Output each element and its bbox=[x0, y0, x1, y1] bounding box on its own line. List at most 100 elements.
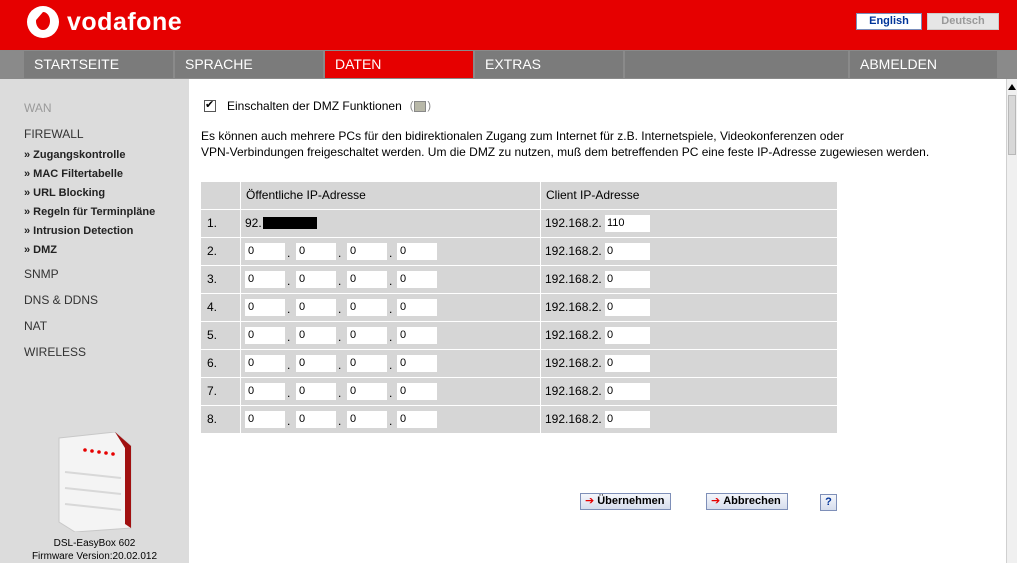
dmz-description: Es können auch mehrere PCs für den bidir… bbox=[201, 128, 1001, 160]
table-row: 3. 0. 0. 0. 0 192.168.2. 0 bbox=[201, 266, 837, 293]
main-nav: STARTSEITE SPRACHE DATEN EXTRAS ABMELDEN bbox=[0, 50, 1017, 79]
device-name: DSL-EasyBox 602 bbox=[53, 538, 136, 549]
public-ip-octet-1[interactable]: 0 bbox=[245, 243, 285, 260]
table-row: 2. 0. 0. 0. 0 192.168.2. 0 bbox=[201, 238, 837, 265]
vodafone-speechmark-icon bbox=[27, 6, 59, 38]
sidebar-sub-dmz[interactable]: » DMZ bbox=[24, 244, 57, 256]
public-ip-octet-3[interactable]: 0 bbox=[347, 355, 387, 372]
dmz-enable-checkbox[interactable] bbox=[204, 98, 216, 112]
client-ip-prefix: 192.168.2. bbox=[545, 412, 602, 426]
description-line-2: VPN-Verbindungen freigeschaltet werden. … bbox=[201, 145, 930, 159]
public-ip-octet-2[interactable]: 0 bbox=[296, 383, 336, 400]
public-ip-octet-3[interactable]: 0 bbox=[347, 327, 387, 344]
table-row: 4. 0. 0. 0. 0 192.168.2. 0 bbox=[201, 294, 837, 321]
client-ip-prefix: 192.168.2. bbox=[545, 244, 602, 258]
table-row: 6. 0. 0. 0. 0 192.168.2. 0 bbox=[201, 350, 837, 377]
public-ip-octet-4[interactable]: 0 bbox=[397, 299, 437, 316]
client-host-field[interactable]: 0 bbox=[605, 327, 650, 344]
sidebar-sub-mac-filtertabelle[interactable]: » MAC Filtertabelle bbox=[24, 168, 123, 180]
public-ip-octet-3[interactable]: 0 bbox=[347, 299, 387, 316]
public-ip-octet-2[interactable]: 0 bbox=[296, 355, 336, 372]
sidebar-sub-url-blocking[interactable]: » URL Blocking bbox=[24, 187, 105, 199]
nav-abmelden[interactable]: ABMELDEN bbox=[850, 51, 997, 78]
public-ip-octet-3[interactable]: 0 bbox=[347, 383, 387, 400]
sidebar: WAN FIREWALL » Zugangskontrolle » MAC Fi… bbox=[0, 79, 189, 563]
public-ip-octet-1[interactable]: 0 bbox=[245, 327, 285, 344]
nav-startseite[interactable]: STARTSEITE bbox=[24, 51, 173, 78]
public-ip-prefix: 92. bbox=[245, 216, 262, 230]
table-header-row: Öffentliche IP-Adresse Client IP-Adresse bbox=[201, 182, 837, 209]
public-ip-octet-4[interactable]: 0 bbox=[397, 411, 437, 428]
client-host-field[interactable]: 0 bbox=[605, 355, 650, 372]
row-number: 1. bbox=[201, 210, 241, 237]
public-ip-octet-4[interactable]: 0 bbox=[397, 355, 437, 372]
client-host-field[interactable]: 0 bbox=[605, 243, 650, 260]
public-ip-octet-4[interactable]: 0 bbox=[397, 383, 437, 400]
sidebar-item-snmp[interactable]: SNMP bbox=[24, 267, 59, 281]
client-ip-prefix: 192.168.2. bbox=[545, 216, 602, 230]
vodafone-logo: vodafone bbox=[27, 5, 182, 39]
sidebar-item-wan[interactable]: WAN bbox=[24, 101, 52, 115]
sidebar-item-wireless[interactable]: WIRELESS bbox=[24, 345, 86, 359]
public-ip-octet-1[interactable]: 0 bbox=[245, 271, 285, 288]
public-ip-octet-2[interactable]: 0 bbox=[296, 271, 336, 288]
public-ip-octet-4[interactable]: 0 bbox=[397, 271, 437, 288]
client-host-field[interactable]: 110 bbox=[605, 215, 650, 232]
public-ip-octet-1[interactable]: 0 bbox=[245, 411, 285, 428]
public-ip-octet-1[interactable]: 0 bbox=[245, 299, 285, 316]
row-number: 3. bbox=[201, 266, 241, 293]
nav-daten[interactable]: DATEN bbox=[325, 51, 473, 78]
public-ip-octet-4[interactable]: 0 bbox=[397, 327, 437, 344]
apply-button[interactable]: ➔ Übernehmen bbox=[580, 493, 672, 510]
row-number: 6. bbox=[201, 350, 241, 377]
apply-button-label: Übernehmen bbox=[597, 495, 665, 507]
row-number: 7. bbox=[201, 378, 241, 405]
row-number: 4. bbox=[201, 294, 241, 321]
client-host-field[interactable]: 0 bbox=[605, 411, 650, 428]
cancel-button-label: Abbrechen bbox=[723, 495, 781, 507]
public-ip-octet-3[interactable]: 0 bbox=[347, 271, 387, 288]
client-host-field[interactable]: 0 bbox=[605, 271, 650, 288]
vertical-scrollbar[interactable] bbox=[1006, 79, 1017, 563]
client-host-field[interactable]: 0 bbox=[605, 383, 650, 400]
public-ip-octet-2[interactable]: 0 bbox=[296, 299, 336, 316]
cancel-button[interactable]: ➔ Abbrechen bbox=[706, 493, 788, 510]
scroll-thumb[interactable] bbox=[1008, 95, 1016, 155]
sidebar-item-dns-ddns[interactable]: DNS & DDNS bbox=[24, 293, 98, 307]
public-ip-octet-2[interactable]: 0 bbox=[296, 243, 336, 260]
public-ip-octet-1[interactable]: 0 bbox=[245, 355, 285, 372]
sidebar-sub-terminplaene[interactable]: » Regeln für Terminpläne bbox=[24, 206, 155, 218]
nav-extras[interactable]: EXTRAS bbox=[475, 51, 623, 78]
language-deutsch-button[interactable]: Deutsch bbox=[927, 13, 999, 30]
dmz-enable-row: Einschalten der DMZ Funktionen () bbox=[204, 98, 431, 113]
public-ip-octet-3[interactable]: 0 bbox=[347, 411, 387, 428]
brand-name: vodafone bbox=[67, 7, 183, 36]
client-ip-prefix: 192.168.2. bbox=[545, 300, 602, 314]
dmz-info-icon[interactable]: () bbox=[410, 100, 431, 112]
scroll-up-arrow-icon[interactable] bbox=[1007, 82, 1017, 92]
public-ip-octet-2[interactable]: 0 bbox=[296, 411, 336, 428]
col-public-ip-header: Öffentliche IP-Adresse bbox=[241, 182, 541, 209]
public-ip-octet-4[interactable]: 0 bbox=[397, 243, 437, 260]
public-ip-octet-3[interactable]: 0 bbox=[347, 243, 387, 260]
client-ip-prefix: 192.168.2. bbox=[545, 384, 602, 398]
public-ip-octet-2[interactable]: 0 bbox=[296, 327, 336, 344]
language-english-button[interactable]: English bbox=[856, 13, 922, 30]
row-number: 5. bbox=[201, 322, 241, 349]
table-row: 7. 0. 0. 0. 0 192.168.2. 0 bbox=[201, 378, 837, 405]
sidebar-item-nat[interactable]: NAT bbox=[24, 319, 47, 333]
col-client-ip-header: Client IP-Adresse bbox=[546, 188, 640, 202]
firmware-version: Firmware Version:20.02.012 bbox=[31, 551, 158, 562]
row-number: 8. bbox=[201, 406, 241, 433]
redacted-public-ip bbox=[263, 217, 317, 229]
sidebar-sub-intrusion-detection[interactable]: » Intrusion Detection bbox=[24, 225, 133, 237]
sidebar-item-firewall[interactable]: FIREWALL bbox=[24, 127, 84, 141]
nav-blank bbox=[625, 51, 848, 78]
client-host-field[interactable]: 0 bbox=[605, 299, 650, 316]
help-button[interactable]: ? bbox=[820, 494, 837, 511]
sidebar-sub-zugangskontrolle[interactable]: » Zugangskontrolle bbox=[24, 149, 125, 161]
public-ip-octet-1[interactable]: 0 bbox=[245, 383, 285, 400]
client-ip-prefix: 192.168.2. bbox=[545, 328, 602, 342]
header-bar: vodafone English Deutsch bbox=[0, 0, 1017, 50]
nav-sprache[interactable]: SPRACHE bbox=[175, 51, 323, 78]
